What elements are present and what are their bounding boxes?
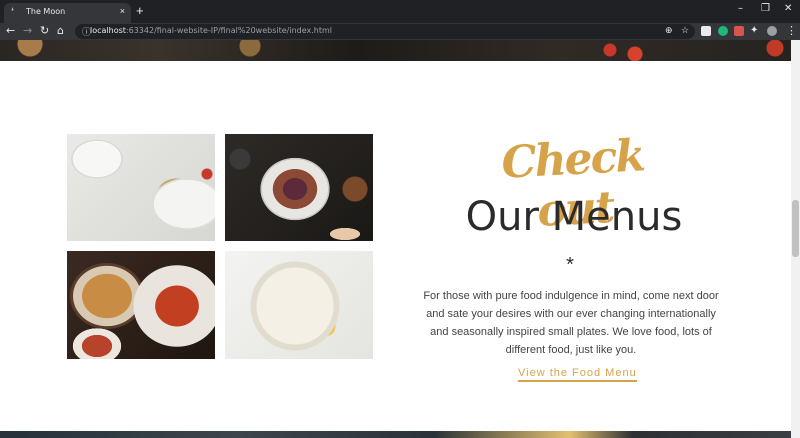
page-viewport: Check out Our Menus * For those with pur… bbox=[0, 40, 791, 438]
restore-button[interactable]: ❐ bbox=[761, 3, 770, 14]
address-bar[interactable]: ⓘ localhost:63342/final-website-IP/final… bbox=[75, 24, 695, 39]
food-photo-soup-lemons bbox=[225, 251, 373, 359]
food-banner-bottom bbox=[0, 431, 791, 438]
reload-icon[interactable]: ↻ bbox=[40, 24, 49, 38]
menu-description: For those with pure food indulgence in m… bbox=[423, 290, 719, 356]
view-food-menu-link[interactable]: View the Food Menu bbox=[518, 367, 637, 382]
url-host: localhost bbox=[90, 26, 126, 35]
star-icon[interactable]: ☆ bbox=[681, 25, 689, 36]
asterisk-divider-icon: * bbox=[566, 254, 574, 276]
url-path: :63342/final-website-IP/final%20website/… bbox=[125, 26, 332, 35]
food-photo-casserole bbox=[67, 251, 215, 359]
minimize-button[interactable]: – bbox=[738, 3, 743, 14]
browser-tab[interactable]: ❛ The Moon × bbox=[4, 3, 131, 23]
extension-1-icon[interactable] bbox=[701, 26, 711, 36]
food-banner-top bbox=[0, 40, 791, 61]
zoom-icon[interactable]: ⊕ bbox=[665, 25, 673, 36]
back-arrow-icon[interactable]: ← bbox=[6, 24, 15, 38]
extension-3-icon[interactable] bbox=[734, 26, 744, 36]
url-text[interactable]: localhost:63342/final-website-IP/final%2… bbox=[90, 26, 332, 35]
scrollbar-thumb[interactable] bbox=[792, 200, 799, 257]
tab-close-icon[interactable]: × bbox=[120, 6, 125, 16]
extension-2-icon[interactable] bbox=[718, 26, 728, 36]
new-tab-button[interactable]: + bbox=[136, 4, 144, 18]
heading-main: Our Menus bbox=[465, 194, 683, 240]
favicon-icon: ❛ bbox=[11, 6, 14, 16]
profile-avatar[interactable] bbox=[767, 26, 777, 36]
food-photo-steak-bowl bbox=[225, 134, 373, 241]
tab-strip: ❛ The Moon × + – ❐ ✕ bbox=[0, 0, 800, 23]
tab-title: The Moon bbox=[26, 7, 66, 16]
menu-dots-icon[interactable]: ⋮ bbox=[786, 24, 797, 38]
browser-toolbar: ← → ↻ ⌂ ⓘ localhost:63342/final-website-… bbox=[0, 23, 800, 40]
food-photo-salad bbox=[67, 134, 215, 241]
page-scrollbar[interactable] bbox=[791, 40, 800, 438]
extensions-icon[interactable]: ✦ bbox=[750, 24, 758, 38]
close-window-button[interactable]: ✕ bbox=[784, 3, 792, 14]
home-icon[interactable]: ⌂ bbox=[57, 24, 64, 38]
forward-arrow-icon[interactable]: → bbox=[23, 24, 32, 38]
